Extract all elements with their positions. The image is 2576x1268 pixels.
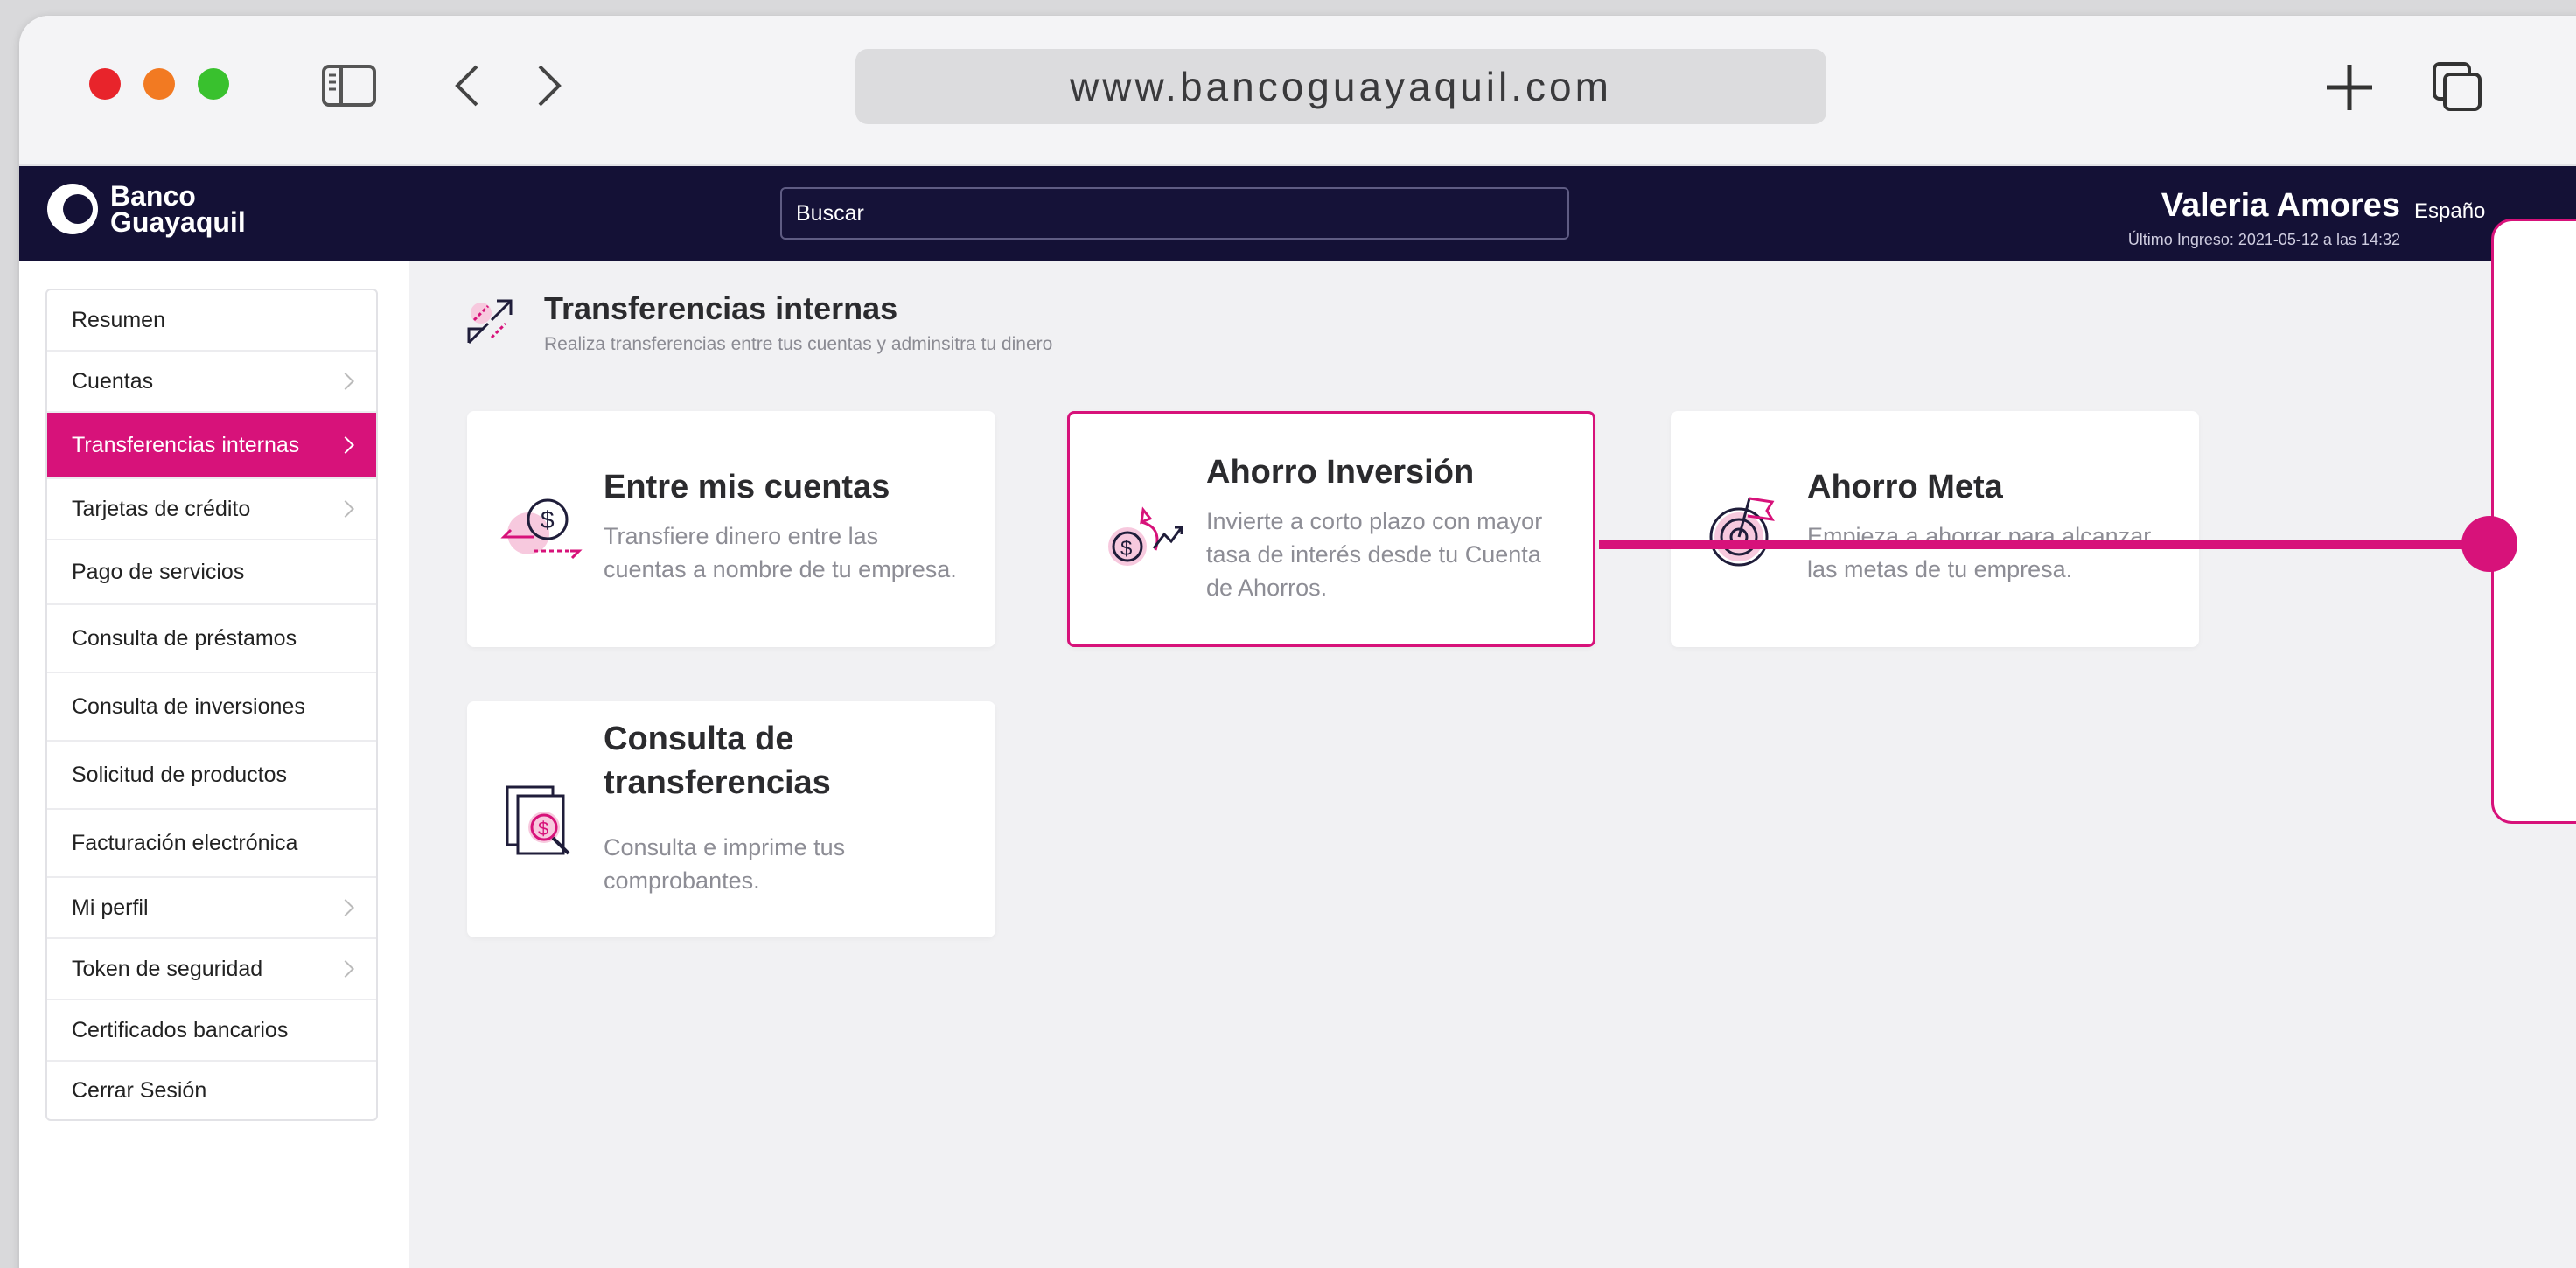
maximize-window-button[interactable] <box>198 68 229 100</box>
sidebar-item-label: Tarjetas de crédito <box>72 496 251 521</box>
card-description: Transfiere dinero entre las cuentas a no… <box>604 519 957 586</box>
address-bar[interactable]: www.bancoguayaquil.com <box>855 49 1826 124</box>
svg-text:$: $ <box>541 506 555 533</box>
sidebar-item-label: Transferencias internas <box>72 432 300 457</box>
card-title: Ahorro Meta <box>1807 469 2003 505</box>
card-consulta-de-transferencias[interactable]: $ Consulta de transferencias Consulta e … <box>467 701 995 937</box>
sidebar-item-label: Consulta de préstamos <box>72 625 297 651</box>
sidebar-item-transferencias-internas[interactable]: Transferencias internas <box>47 413 376 479</box>
card-description-line: cuentas a nombre de tu empresa. <box>604 556 957 582</box>
sidebar-toggle-icon[interactable] <box>321 61 377 110</box>
target-flag-icon <box>1709 497 1775 567</box>
sidebar: Resumen Cuentas Transferencias internas … <box>19 261 409 1268</box>
app-header: Banco Guayaquil Buscar Valeria Amores Úl… <box>19 166 2576 261</box>
sidebar-item-cerrar-sesion[interactable]: Cerrar Sesión <box>47 1062 376 1119</box>
sidebar-item-cuentas[interactable]: Cuentas <box>47 352 376 413</box>
last-login-text: Último Ingreso: 2021-05-12 a las 14:32 <box>2127 231 2400 248</box>
card-description: Consulta e imprime tus comprobantes. <box>604 831 845 897</box>
card-description-line: tasa de interés desde tu Cuenta <box>1206 541 1541 568</box>
minimize-window-button[interactable] <box>143 68 175 100</box>
sidebar-nav: Resumen Cuentas Transferencias internas … <box>45 289 378 1121</box>
card-description-line: las metas de tu empresa. <box>1807 556 2073 582</box>
close-window-button[interactable] <box>89 68 121 100</box>
browser-window: www.bancoguayaquil.com Banco Guayaquil B… <box>19 16 2576 1268</box>
sidebar-item-label: Pago de servicios <box>72 559 245 584</box>
sidebar-item-facturacion-electronica[interactable]: Facturación electrónica <box>47 810 376 878</box>
new-tab-icon[interactable] <box>2321 63 2377 112</box>
logo-line-1: Banco <box>110 180 196 212</box>
card-title: Consulta de transferencias <box>604 717 831 805</box>
logo-mark-icon <box>47 184 98 234</box>
card-title: Ahorro Inversión <box>1206 454 1475 491</box>
money-bag-growth-icon: $ <box>1108 506 1183 566</box>
sidebar-item-label: Facturación electrónica <box>72 830 298 855</box>
card-description-line: Invierte a corto plazo con mayor <box>1206 508 1543 534</box>
transfer-arrows-icon <box>467 299 513 345</box>
receipt-search-icon: $ <box>506 785 570 855</box>
chevron-right-icon <box>337 373 354 390</box>
page-title: Transferencias internas <box>544 290 898 326</box>
card-description: Empieza a ahorrar para alcanzar las meta… <box>1807 519 2151 586</box>
card-description-line: Consulta e imprime tus <box>604 834 846 860</box>
card-ahorro-meta[interactable]: Ahorro Meta Empieza a ahorrar para alcan… <box>1671 411 2199 647</box>
sidebar-item-label: Solicitud de productos <box>72 762 287 787</box>
sidebar-item-label: Consulta de inversiones <box>72 693 305 719</box>
sidebar-item-label: Token de seguridad <box>72 956 263 981</box>
sidebar-item-consulta-de-prestamos[interactable]: Consulta de préstamos <box>47 605 376 673</box>
bank-logo[interactable]: Banco Guayaquil <box>45 182 246 236</box>
sidebar-item-certificados-bancarios[interactable]: Certificados bancarios <box>47 1000 376 1062</box>
transfer-dollar-icon: $ <box>500 498 583 560</box>
sidebar-item-label: Certificados bancarios <box>72 1017 289 1042</box>
chevron-right-icon <box>337 960 354 978</box>
browser-toolbar: www.bancoguayaquil.com <box>19 16 2576 166</box>
sidebar-item-consulta-de-inversiones[interactable]: Consulta de inversiones <box>47 673 376 742</box>
sidebar-item-mi-perfil[interactable]: Mi perfil <box>47 878 376 939</box>
card-title-line: Consulta de <box>604 721 794 757</box>
sidebar-item-label: Mi perfil <box>72 895 149 920</box>
page-subtitle: Realiza transferencias entre tus cuentas… <box>544 334 1053 354</box>
chevron-right-icon <box>337 500 354 518</box>
language-selector[interactable]: Españo <box>2414 199 2485 224</box>
logo-line-2: Guayaquil <box>110 206 246 238</box>
sidebar-item-label: Resumen <box>72 307 165 332</box>
sidebar-item-resumen[interactable]: Resumen <box>47 290 376 352</box>
card-entre-mis-cuentas[interactable]: $ Entre mis cuentas Transfiere dinero en… <box>467 411 995 647</box>
sidebar-item-label: Cuentas <box>72 368 154 394</box>
back-icon[interactable] <box>439 61 495 110</box>
logo-text: Banco Guayaquil <box>110 180 246 238</box>
card-description-line: comprobantes. <box>604 867 760 894</box>
svg-text:$: $ <box>1120 537 1132 561</box>
sidebar-item-solicitud-de-productos[interactable]: Solicitud de productos <box>47 742 376 810</box>
search-input[interactable]: Buscar <box>780 187 1569 240</box>
sidebar-item-pago-de-servicios[interactable]: Pago de servicios <box>47 540 376 605</box>
connector-line <box>1599 540 2493 549</box>
forward-icon[interactable] <box>521 61 577 110</box>
card-ahorro-inversion[interactable]: $ Ahorro Inversión Invierte a corto plaz… <box>1067 411 1595 647</box>
sidebar-item-label: Cerrar Sesión <box>72 1077 207 1103</box>
card-title-line: transferencias <box>604 764 831 801</box>
sidebar-item-token-de-seguridad[interactable]: Token de seguridad <box>47 939 376 1000</box>
chevron-right-icon <box>337 436 354 454</box>
chevron-right-icon <box>337 899 354 916</box>
user-name[interactable]: Valeria Amores <box>2161 187 2400 225</box>
connector-dot <box>2461 516 2517 572</box>
svg-text:$: $ <box>538 818 548 840</box>
card-description: Invierte a corto plazo con mayor tasa de… <box>1206 505 1542 604</box>
card-description-line: Transfiere dinero entre las <box>604 523 879 549</box>
card-title: Entre mis cuentas <box>604 469 890 505</box>
tabs-overview-icon[interactable] <box>2430 62 2486 112</box>
sidebar-item-tarjetas-de-credito[interactable]: Tarjetas de crédito <box>47 479 376 540</box>
card-description-line: de Ahorros. <box>1206 575 1328 601</box>
